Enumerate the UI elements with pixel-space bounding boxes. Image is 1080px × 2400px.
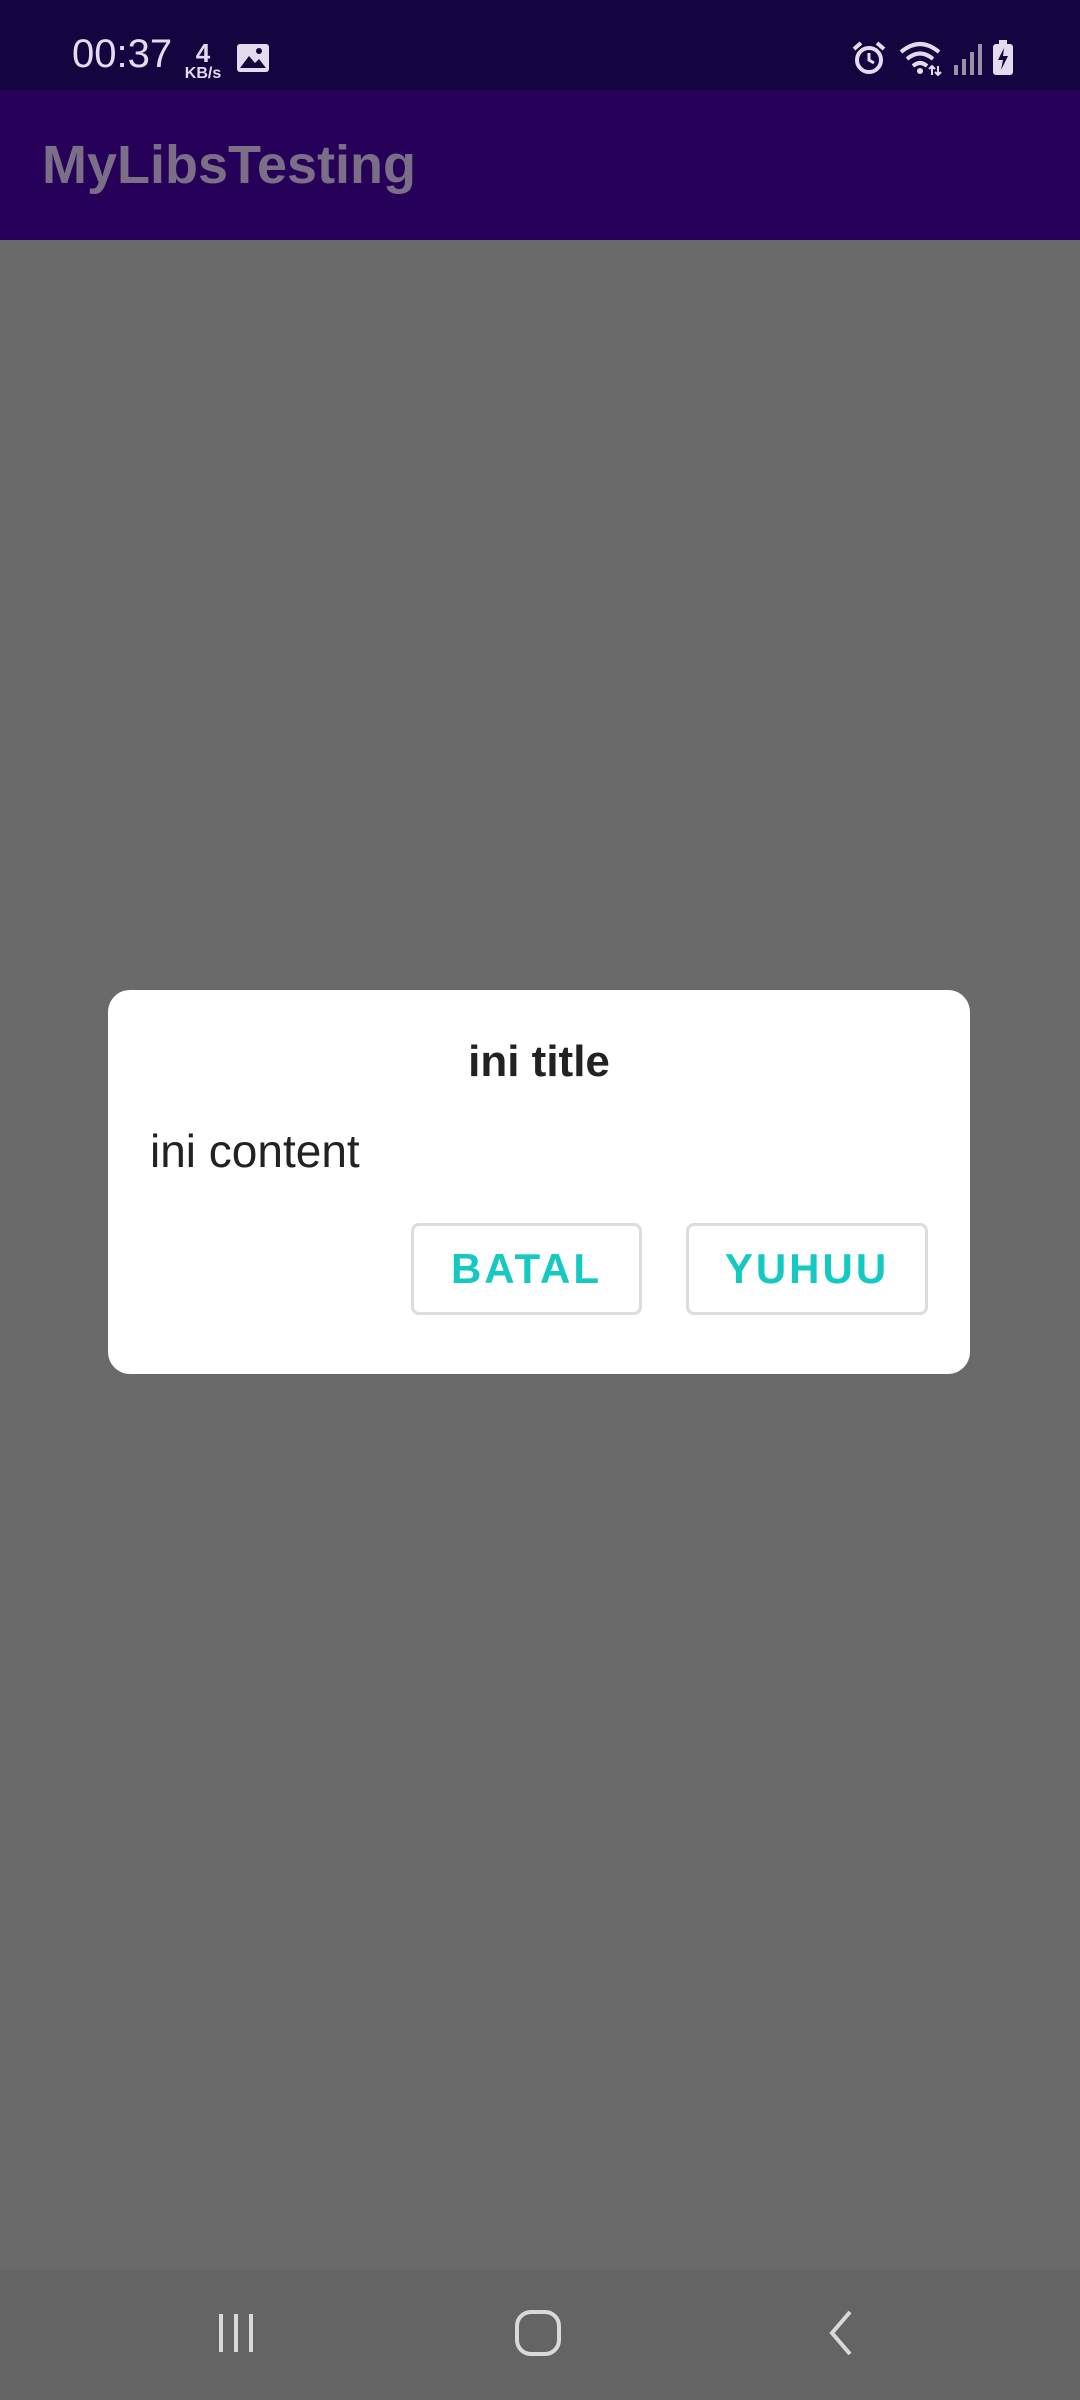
recent-apps-button[interactable]: [196, 2295, 276, 2375]
navigation-bar: [0, 2270, 1080, 2400]
wifi-icon: [898, 40, 942, 76]
status-time: 00:37: [72, 32, 173, 76]
home-icon: [513, 2308, 563, 2363]
gallery-icon: [236, 43, 270, 73]
dialog-message: ini content: [150, 1125, 360, 1177]
status-bar: 00:37 4 KB/s: [0, 0, 1080, 90]
battery-charging-icon: [992, 40, 1014, 76]
app-bar: MyLibsTesting: [0, 90, 1080, 240]
cancel-button[interactable]: BATAL: [411, 1223, 642, 1315]
alarm-icon: [850, 40, 888, 76]
network-speed-unit: KB/s: [184, 65, 222, 82]
home-button[interactable]: [498, 2295, 578, 2375]
back-icon: [824, 2308, 860, 2363]
app-title: MyLibsTesting: [42, 135, 417, 195]
confirm-button[interactable]: YUHUU: [686, 1223, 928, 1315]
network-speed: 4 KB/s: [182, 40, 224, 82]
recent-apps-icon: [213, 2310, 259, 2361]
status-icons: [850, 38, 1014, 78]
signal-icon: [952, 41, 982, 75]
dialog-title: ini title: [468, 1037, 610, 1086]
back-button[interactable]: [802, 2295, 882, 2375]
alert-dialog: ini title ini content BATAL YUHUU: [108, 990, 970, 1374]
network-speed-value: 4: [195, 38, 211, 68]
